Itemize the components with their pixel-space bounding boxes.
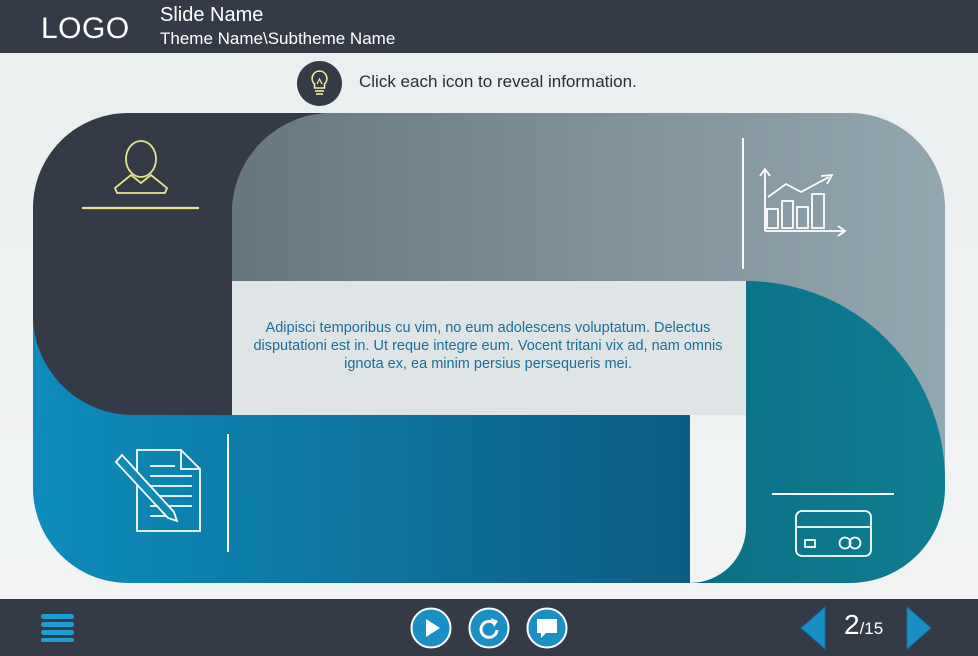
next-slide-button[interactable] xyxy=(905,605,933,651)
arrow-right-icon xyxy=(906,605,932,651)
info-text: Adipisci temporibus cu vim, no eum adole… xyxy=(253,320,723,372)
comment-button[interactable] xyxy=(526,607,568,649)
play-button[interactable] xyxy=(410,607,452,649)
document-segment-button[interactable] xyxy=(110,445,205,537)
replay-button[interactable] xyxy=(468,607,510,649)
chart-segment-button[interactable] xyxy=(755,160,850,240)
menu-button[interactable] xyxy=(40,612,76,642)
comment-icon xyxy=(526,607,568,649)
user-segment-button[interactable] xyxy=(80,130,205,215)
menu-icon xyxy=(41,614,74,642)
total-pages: /15 xyxy=(859,619,884,638)
page-counter: 2/15 xyxy=(844,609,883,641)
card-segment-button[interactable] xyxy=(790,505,876,561)
arrow-left-icon xyxy=(800,605,826,651)
previous-slide-button[interactable] xyxy=(799,605,827,651)
replay-icon xyxy=(468,607,510,649)
play-icon xyxy=(410,607,452,649)
current-page: 2 xyxy=(844,609,860,640)
